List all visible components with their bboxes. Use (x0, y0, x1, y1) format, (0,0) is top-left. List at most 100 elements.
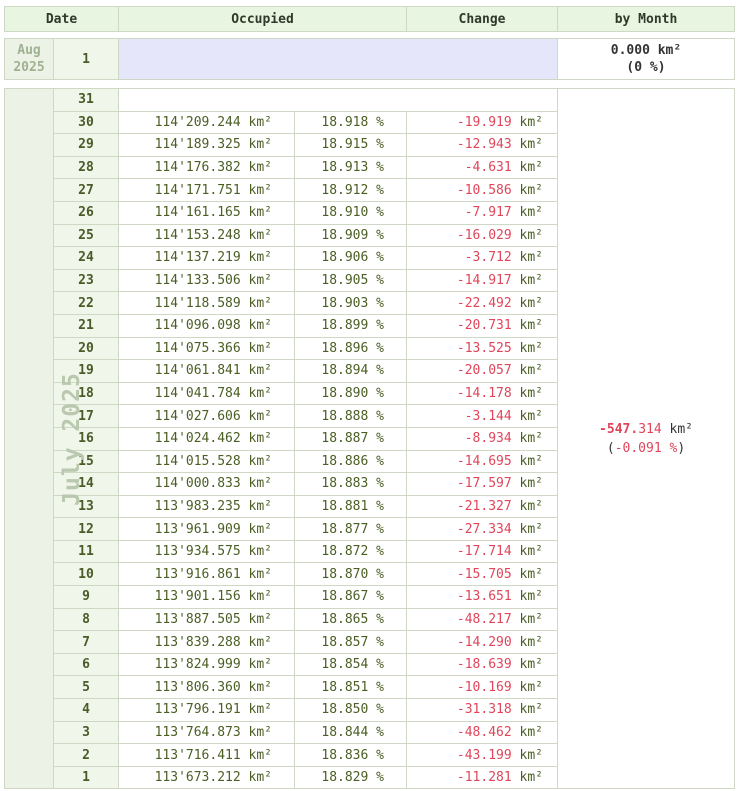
aug-month-year: 2025 (13, 60, 45, 75)
change-cell: -19.919 km² (405, 110, 559, 135)
percent-value: 18.844 (321, 724, 369, 740)
percent-value: 18.886 (321, 453, 369, 469)
day-cell: 26 (53, 200, 119, 225)
occupied-unit: km² (248, 160, 272, 176)
percent-sign: % (376, 318, 384, 334)
change-cell: -48.462 km² (405, 720, 559, 745)
percent-value: 18.872 (321, 544, 369, 560)
change-cell: -16.029 km² (405, 223, 559, 248)
percent-value: 18.899 (321, 318, 369, 334)
percent-value: 18.890 (321, 386, 369, 402)
day-cell: 7 (53, 630, 119, 654)
percent-sign: % (376, 453, 384, 469)
change-value: -10.586 (456, 182, 512, 198)
change-value: -20.731 (456, 318, 512, 334)
occupied-cell: 114'189.325 km² (118, 133, 295, 157)
change-value: -14.917 (456, 273, 512, 289)
occupied-value: 114'171.751 (154, 182, 241, 198)
percent-sign: % (376, 498, 384, 514)
percent-cell: 18.865 % (294, 607, 407, 632)
change-unit: km² (519, 770, 544, 786)
occupied-value: 114'075.366 (154, 340, 241, 356)
percent-value: 18.865 (321, 611, 369, 627)
occupied-unit: km² (248, 544, 272, 560)
percent-sign: % (376, 566, 384, 582)
percent-cell: 18.854 % (294, 652, 407, 677)
change-value: -19.919 (456, 114, 512, 130)
change-value: -14.695 (456, 453, 512, 469)
day-cell: 25 (53, 223, 119, 248)
july-month-value-dec: 314 (638, 421, 662, 437)
percent-sign: % (376, 589, 384, 605)
day-cell: 27 (53, 178, 119, 202)
percent-value: 18.881 (321, 498, 369, 514)
change-unit: km² (519, 747, 544, 763)
change-value: -11.281 (456, 770, 512, 786)
header-date[interactable]: Date (4, 6, 119, 32)
occupied-unit: km² (248, 724, 272, 740)
change-unit: km² (519, 363, 544, 379)
change-value: -43.199 (456, 747, 512, 763)
percent-cell: 18.887 % (294, 426, 407, 451)
occupied-unit: km² (248, 702, 272, 718)
change-cell: -10.586 km² (405, 178, 559, 202)
occupied-cell: 114'118.589 km² (118, 291, 295, 315)
aug-month-name: Aug (17, 43, 41, 58)
occupied-cell: 114'209.244 km² (118, 110, 295, 135)
aug-month-unit: km² (657, 43, 682, 58)
percent-sign: % (376, 340, 384, 356)
occupied-value: 114'153.248 (154, 227, 241, 243)
percent-value: 18.913 (321, 160, 369, 176)
occupied-cell: 114'061.841 km² (118, 359, 295, 383)
occupied-unit: km² (248, 747, 272, 763)
change-unit: km² (519, 679, 544, 695)
occupied-unit: km² (248, 679, 272, 695)
header-by-month[interactable]: by Month (557, 6, 735, 32)
change-unit: km² (519, 453, 544, 469)
occupied-value: 113'764.873 (154, 724, 241, 740)
occupied-cell: 114'015.528 km² (118, 449, 295, 474)
table-row: July 2025 31 -547.314 km² (-0.091 %) (4, 87, 736, 790)
aug-month-pct-line: (0 %) (558, 59, 734, 76)
percent-sign: % (376, 611, 384, 627)
change-cell: -22.492 km² (405, 291, 559, 315)
occupied-cell: 114'096.098 km² (118, 313, 295, 338)
percent-value: 18.857 (321, 634, 369, 650)
percent-value: 18.909 (321, 227, 369, 243)
change-cell: -18.639 km² (405, 652, 559, 677)
occupied-cell: 114'171.751 km² (118, 178, 295, 202)
occupied-value: 114'189.325 (154, 137, 241, 153)
change-value: -12.943 (456, 137, 512, 153)
percent-cell: 18.894 % (294, 359, 407, 383)
percent-cell: 18.867 % (294, 585, 407, 609)
occupied-cell: 114'161.165 km² (118, 200, 295, 225)
percent-value: 18.877 (321, 521, 369, 537)
aug-month-pct: 0 % (634, 60, 658, 75)
change-cell: -14.290 km² (405, 630, 559, 654)
occupied-cell: 113'764.873 km² (118, 720, 295, 745)
occupied-unit: km² (248, 182, 272, 198)
change-cell: -3.712 km² (405, 246, 559, 270)
change-value: -4.631 (464, 160, 512, 176)
header-change[interactable]: Change (406, 6, 558, 32)
change-unit: km² (519, 611, 544, 627)
percent-sign: % (376, 521, 384, 537)
change-unit: km² (519, 295, 544, 311)
percent-value: 18.850 (321, 702, 369, 718)
percent-cell: 18.909 % (294, 223, 407, 248)
percent-cell: 18.857 % (294, 630, 407, 654)
july-month-label-text: July 2025 (58, 371, 85, 506)
occupied-unit: km² (248, 137, 272, 153)
percent-sign: % (376, 386, 384, 402)
change-cell: -43.199 km² (405, 743, 559, 767)
percent-cell: 18.910 % (294, 200, 407, 225)
header-occupied[interactable]: Occupied (118, 6, 407, 32)
occupied-cell: 113'716.411 km² (118, 743, 295, 767)
day-cell: 4 (53, 698, 119, 722)
percent-cell: 18.912 % (294, 178, 407, 202)
empty-row-cell (117, 88, 559, 112)
percent-cell: 18.905 % (294, 268, 407, 293)
day-cell: 2 (53, 743, 119, 767)
change-unit: km² (519, 227, 544, 243)
change-unit: km² (519, 498, 544, 514)
